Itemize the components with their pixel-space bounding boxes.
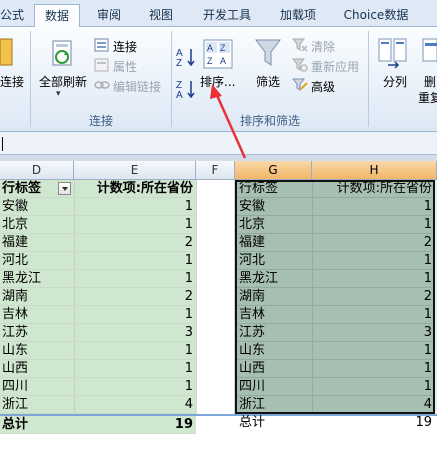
pivot-left-row-label[interactable]: 黑龙江 [0, 270, 74, 288]
svg-text:A: A [176, 90, 183, 99]
remove-duplicates-button[interactable]: 删 [424, 73, 436, 90]
reapply-button[interactable]: 重新应用 [311, 58, 359, 75]
svg-text:Z: Z [176, 58, 182, 67]
pivot-left-total-label: 总计 [0, 414, 74, 434]
connections-button[interactable]: 连接 [113, 38, 137, 55]
selection-border [235, 180, 435, 414]
pivot-left-row-label[interactable]: 山东 [0, 342, 74, 360]
tab-choice-data[interactable]: Choice数据 [334, 4, 418, 27]
column-header-D[interactable]: D [0, 161, 74, 180]
refresh-all-icon [52, 40, 72, 66]
svg-text:A: A [207, 43, 213, 53]
pivot-left-row-value[interactable]: 2 [74, 288, 196, 306]
svg-text:Z: Z [220, 43, 226, 53]
text-to-columns-icon [378, 38, 407, 69]
clear-filter-button[interactable]: 清除 [311, 38, 335, 55]
pivot-left-row-label[interactable]: 浙江 [0, 396, 74, 414]
edit-links-icon [94, 81, 110, 89]
pivot-left-row-value[interactable]: 1 [74, 342, 196, 360]
column-f-cells [196, 180, 235, 432]
pivot-left-row-label[interactable]: 四川 [0, 378, 74, 396]
tab-formulas[interactable]: 公式 [0, 4, 30, 27]
sort-descending-icon[interactable]: Z A [176, 77, 198, 99]
sort-ascending-icon[interactable]: A Z [176, 45, 198, 67]
group-separator [368, 31, 369, 127]
refresh-dropdown-arrow[interactable]: ▾ [56, 89, 61, 99]
pivot-left-row-label[interactable]: 湖南 [0, 288, 74, 306]
column-header-F[interactable]: F [196, 161, 235, 180]
pivot-left-row-label[interactable]: 北京 [0, 216, 74, 234]
pivot-left-row-value[interactable]: 1 [74, 306, 196, 324]
clear-filter-icon [292, 38, 308, 52]
properties-button[interactable]: 属性 [113, 58, 137, 75]
pivot-left-row-value[interactable]: 1 [74, 216, 196, 234]
partial-left-button-label[interactable]: 连接 [0, 73, 24, 90]
tab-review[interactable]: 审阅 [86, 4, 132, 27]
pivot-left-row-value[interactable]: 3 [74, 324, 196, 342]
ribbon-data: 连接 全部刷新 ▾ 连接 属性 编辑链接 连接 A Z Z A A Z Z A … [0, 27, 437, 132]
formula-bar[interactable] [0, 133, 437, 155]
pivot-right-total-label: 总计 [239, 415, 266, 430]
column-header-G[interactable]: G [235, 161, 312, 180]
pivot-left-row-value[interactable]: 1 [74, 270, 196, 288]
pivot-left-row-label[interactable]: 吉林 [0, 306, 74, 324]
pivot-left-total-value: 19 [74, 414, 196, 434]
pivot-left-row-label[interactable]: 福建 [0, 234, 74, 252]
pivot-left-row-value[interactable]: 2 [74, 234, 196, 252]
tab-data[interactable]: 数据 [34, 4, 80, 28]
sort-button[interactable]: 排序... [200, 73, 235, 90]
remove-duplicates-button-line2[interactable]: 重复 [418, 89, 437, 106]
edit-links-button[interactable]: 编辑链接 [113, 78, 161, 95]
svg-text:A: A [220, 56, 226, 66]
pivot-left-row-value[interactable]: 1 [74, 378, 196, 396]
pivot-left-row-value[interactable]: 4 [74, 396, 196, 414]
pivot-left-row-label[interactable]: 江苏 [0, 324, 74, 342]
text-cursor [2, 137, 3, 151]
tab-addins[interactable]: 加载项 [270, 4, 326, 27]
pivot-right-total-value: 19 [415, 415, 432, 430]
text-to-columns-button[interactable]: 分列 [383, 73, 407, 90]
refresh-all-button[interactable]: 全部刷新 [39, 73, 87, 90]
properties-icon [94, 58, 109, 72]
partial-connect-icon [0, 38, 13, 66]
pivot-left-row-label[interactable]: 安徽 [0, 198, 74, 216]
tab-developer[interactable]: 开发工具 [192, 4, 262, 27]
remove-duplicates-icon [422, 38, 437, 62]
row-label-filter-icon[interactable] [58, 182, 71, 195]
pivot-left-row-label[interactable]: 山西 [0, 360, 74, 378]
pivot-left-value-header: 计数项:所在省份 [74, 180, 196, 198]
filter-icon [255, 39, 281, 66]
connections-icon [94, 38, 109, 52]
pivot-left-row-value[interactable]: 1 [74, 198, 196, 216]
ribbon-tab-bar: 公式 数据 审阅 视图 开发工具 加载项 Choice数据 [0, 0, 437, 28]
column-header-E[interactable]: E [74, 161, 196, 180]
pivot-left-row-value[interactable]: 1 [74, 252, 196, 270]
pivot-left-row-value[interactable]: 1 [74, 360, 196, 378]
filter-button[interactable]: 筛选 [256, 73, 280, 90]
sort-dialog-icon: A Z Z A [203, 39, 233, 69]
connections-group-title: 连接 [88, 114, 113, 128]
column-header-H[interactable]: H [312, 161, 437, 180]
advanced-filter-icon [292, 78, 308, 91]
tab-view[interactable]: 视图 [138, 4, 184, 27]
reapply-icon [292, 58, 308, 72]
sort-filter-group-title: 排序和筛选 [239, 114, 300, 128]
sheet-bottom [0, 434, 437, 452]
pivot-left-row-label[interactable]: 河北 [0, 252, 74, 270]
advanced-filter-button[interactable]: 高级 [311, 78, 335, 95]
svg-text:Z: Z [207, 56, 213, 66]
